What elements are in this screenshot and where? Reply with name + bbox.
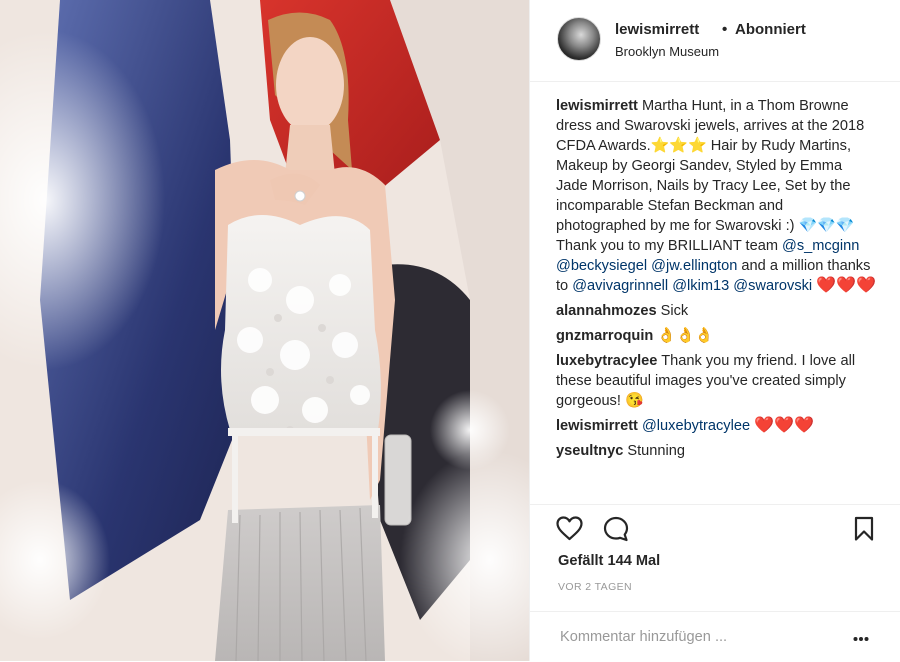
instagram-post: lewismirrett • Abonniert Brooklyn Museum… (0, 0, 900, 661)
comment-username[interactable]: alannahmozes (556, 303, 657, 319)
mention-link[interactable]: @jw.ellington (651, 258, 737, 274)
post-actions: Gefällt 144 Mal VOR 2 TAGEN (530, 504, 900, 662)
post-photo[interactable] (0, 0, 529, 661)
comment-username[interactable]: yseultnyc (556, 443, 623, 459)
comment-username[interactable]: gnzmarroquin (556, 328, 653, 344)
ok-hand-emoji: 👌👌👌 (657, 327, 714, 344)
kiss-emoji: 😘 (624, 392, 644, 409)
comment-item: lewismirrett @luxebytracylee ❤️❤️❤️ (556, 416, 876, 436)
mention-link[interactable]: @lkim13 (672, 278, 729, 294)
comment-input[interactable] (558, 624, 832, 650)
comment-text: Stunning (627, 443, 686, 459)
comment-item: gnzmarroquin 👌👌👌 (556, 326, 876, 346)
likes-count[interactable]: Gefällt 144 Mal (558, 553, 660, 569)
heart-outline-icon[interactable] (556, 516, 583, 546)
header-username[interactable]: lewismirrett (615, 21, 699, 38)
comment-item: alannahmozes Sick (556, 301, 876, 321)
post-timestamp: VOR 2 TAGEN (558, 581, 633, 593)
mention-link[interactable]: @beckysiegel (556, 258, 647, 274)
avatar[interactable] (557, 17, 601, 61)
comment-item: luxebytracylee Thank you my friend. I lo… (556, 351, 876, 411)
mention-link[interactable]: @s_mcginn (782, 238, 859, 254)
mention-link[interactable]: @luxebytracylee (642, 418, 750, 434)
comment-username[interactable]: lewismirrett (556, 418, 638, 434)
comment-text: Sick (660, 303, 689, 319)
speech-bubble-icon[interactable] (603, 516, 629, 547)
comments-list: lewismirrett Martha Hunt, in a Thom Brow… (556, 96, 876, 504)
gem-emoji: 💎💎💎 (798, 217, 855, 234)
location-link[interactable]: Brooklyn Museum (615, 44, 719, 59)
more-dots-icon[interactable] (853, 629, 869, 647)
mention-link[interactable]: @avivagrinnell (572, 278, 668, 294)
photo-illustration (0, 0, 529, 661)
post-header: lewismirrett • Abonniert Brooklyn Museum (530, 0, 900, 82)
caption: lewismirrett Martha Hunt, in a Thom Brow… (556, 96, 876, 296)
mention-link[interactable]: @swarovski (733, 278, 812, 294)
comment-item: yseultnyc Stunning (556, 441, 876, 461)
heart-emoji: ❤️❤️❤️ (816, 277, 876, 294)
heart-emoji: ❤️❤️❤️ (754, 417, 814, 434)
caption-text-3: Thank you to my BRILLIANT team (556, 238, 783, 254)
bookmark-icon[interactable] (853, 516, 875, 547)
post-sidebar: lewismirrett • Abonniert Brooklyn Museum… (529, 0, 900, 661)
follow-status-button[interactable]: Abonniert (735, 21, 806, 38)
caption-username[interactable]: lewismirrett (556, 98, 638, 114)
star-emoji: ⭐⭐⭐ (650, 137, 707, 154)
add-comment-bar (530, 611, 900, 662)
comment-username[interactable]: luxebytracylee (556, 353, 657, 369)
header-separator: • (722, 21, 728, 38)
